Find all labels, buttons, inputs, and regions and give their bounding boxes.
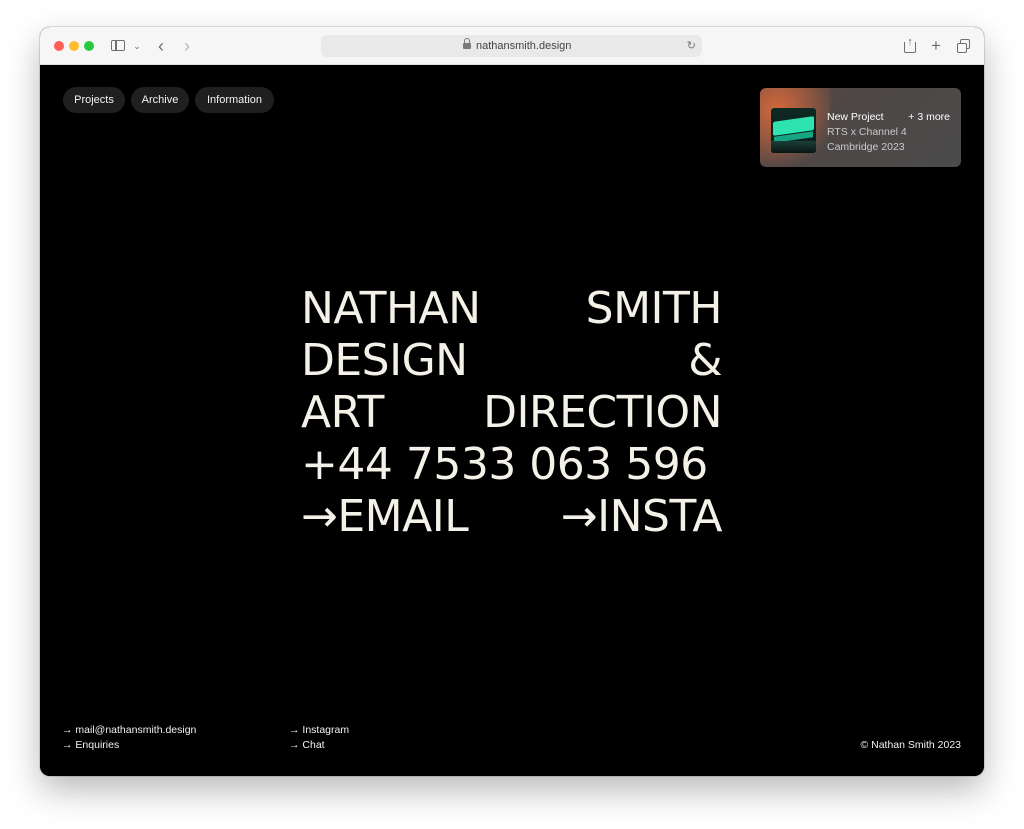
hero-row: +44 7533 063 596 xyxy=(301,439,722,491)
hero-row: NATHAN SMITH xyxy=(301,283,723,335)
hero-row: →EMAIL →INSTA xyxy=(301,491,723,543)
project-thumbnail xyxy=(771,108,816,153)
card-title: New Project xyxy=(827,111,884,123)
footer-contact-column: → mail@nathansmith.design → Enquiries xyxy=(62,723,196,753)
url-text[interactable]: nathansmith.design xyxy=(476,35,571,57)
footer-instagram-link[interactable]: → Instagram xyxy=(289,723,349,738)
chevron-left-icon[interactable]: ‹ xyxy=(154,37,168,55)
share-icon[interactable]: ↑ xyxy=(903,36,917,55)
reload-icon[interactable]: ↻ xyxy=(687,35,696,57)
nav-information[interactable]: Information xyxy=(195,87,274,113)
nav-archive[interactable]: Archive xyxy=(131,87,189,113)
footer-enquiries-link[interactable]: → Enquiries xyxy=(62,738,196,753)
hero-word: NATHAN xyxy=(301,283,481,334)
hero-row: ART DIRECTION xyxy=(301,387,722,439)
hero-row: DESIGN & xyxy=(301,335,722,387)
browser-window: ⌄ ‹ › nathansmith.design ↻ ↑ + Projects … xyxy=(40,27,984,776)
hero-word: ART xyxy=(301,387,384,438)
minimize-window-button[interactable] xyxy=(69,41,79,51)
footer-email-link[interactable]: → mail@nathansmith.design xyxy=(62,723,196,738)
hero-phone-link[interactable]: +44 7533 063 596 xyxy=(301,439,708,491)
more-projects-link[interactable]: + 3 more xyxy=(908,111,950,123)
lock-icon xyxy=(463,38,471,50)
hero-word: DESIGN xyxy=(301,335,468,386)
hero-word: DIRECTION xyxy=(483,387,722,438)
tab-overview-icon[interactable] xyxy=(956,37,972,55)
plus-icon[interactable]: + xyxy=(929,37,943,55)
close-window-button[interactable] xyxy=(54,41,64,51)
address-bar[interactable]: nathansmith.design ↻ xyxy=(321,35,702,57)
hero-insta-link[interactable]: →INSTA xyxy=(561,491,723,543)
hero-word: SMITH xyxy=(585,283,723,334)
sidebar-icon[interactable] xyxy=(110,37,126,55)
card-subtitle: RTS x Channel 4 xyxy=(827,126,907,138)
zoom-window-button[interactable] xyxy=(84,41,94,51)
footer-chat-link[interactable]: → Chat xyxy=(289,738,349,753)
chevron-down-icon[interactable]: ⌄ xyxy=(132,37,142,55)
hero-headline: NATHAN SMITH DESIGN & ART DIRECTION +44 … xyxy=(301,283,723,543)
footer-social-column: → Instagram → Chat xyxy=(289,723,349,753)
main-nav: Projects Archive Information xyxy=(63,87,274,113)
hero-email-link[interactable]: →EMAIL xyxy=(301,491,469,543)
footer-copyright: © Nathan Smith 2023 xyxy=(860,739,961,751)
new-project-card[interactable]: New Project + 3 more RTS x Channel 4 Cam… xyxy=(760,88,961,167)
browser-toolbar: ⌄ ‹ › nathansmith.design ↻ ↑ + xyxy=(40,27,984,65)
nav-projects[interactable]: Projects xyxy=(63,87,125,113)
page-content: Projects Archive Information New Project… xyxy=(40,65,984,776)
hero-word: & xyxy=(688,335,722,386)
card-location-year: Cambridge 2023 xyxy=(827,141,905,153)
chevron-right-icon[interactable]: › xyxy=(180,37,194,55)
